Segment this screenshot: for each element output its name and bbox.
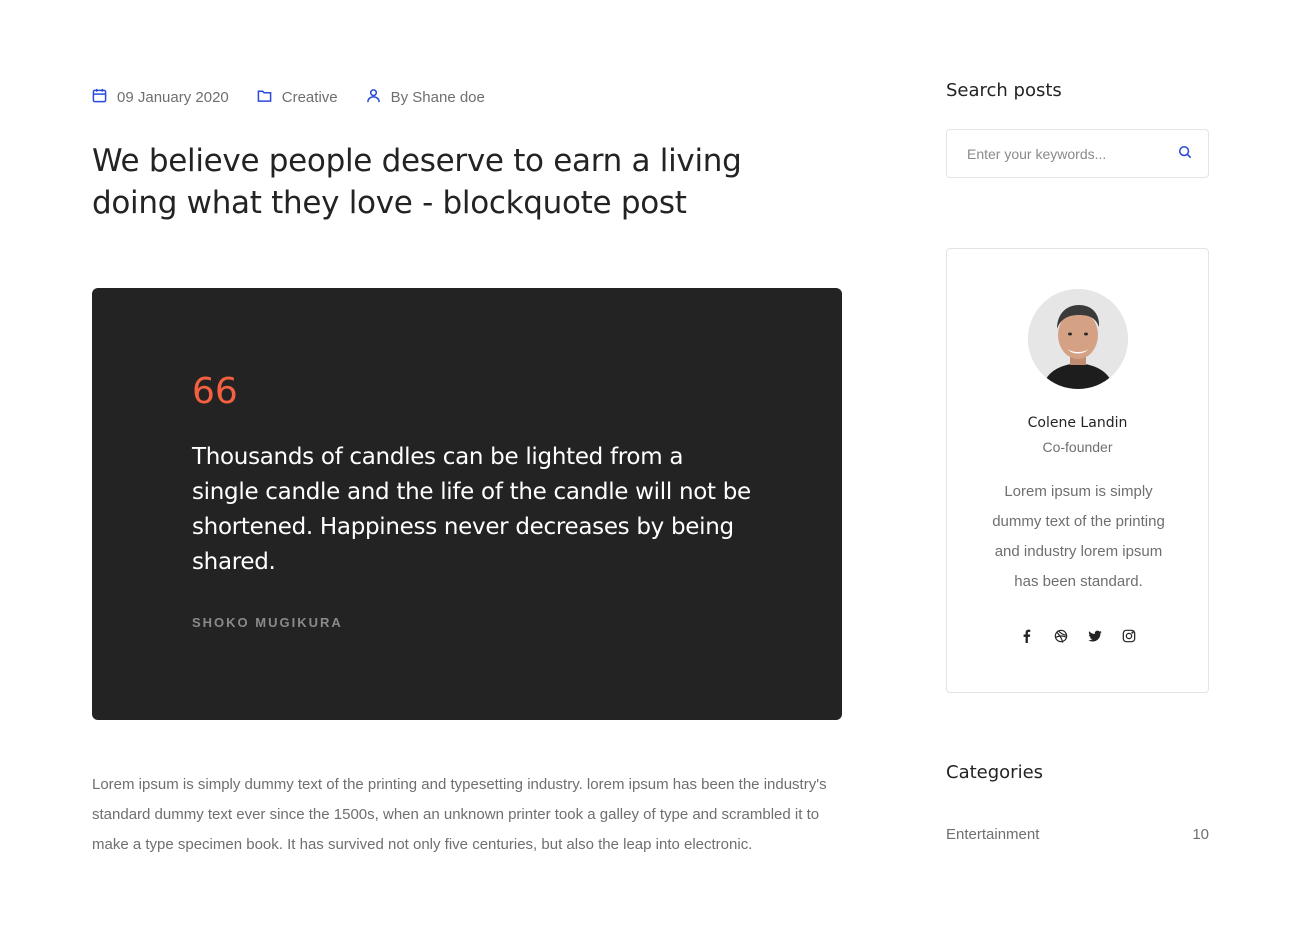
- post-category-label: Creative: [281, 89, 338, 106]
- blockquote-card: 66 Thousands of candles can be lighted f…: [92, 288, 842, 720]
- post-body: Lorem ipsum is simply dummy text of the …: [92, 776, 827, 853]
- post-title: We believe people deserve to earn a livi…: [92, 143, 742, 221]
- post-author-label: By Shane doe: [390, 89, 485, 106]
- post-date[interactable]: 09 January 2020: [92, 88, 229, 107]
- categories-heading: Categories: [946, 762, 1044, 783]
- facebook-icon[interactable]: [1020, 629, 1034, 643]
- search-icon[interactable]: [1178, 145, 1194, 161]
- twitter-icon[interactable]: [1087, 629, 1102, 643]
- instagram-icon[interactable]: [1122, 629, 1136, 643]
- profile-role: Co-founder: [1042, 439, 1113, 455]
- post-date-label: 09 January 2020: [117, 89, 229, 106]
- search-box: [946, 129, 1209, 178]
- dribbble-icon[interactable]: [1054, 629, 1068, 643]
- post-meta: 09 January 2020 Creative By Shane doe: [92, 88, 485, 107]
- social-links: [947, 629, 1208, 643]
- author-profile-card: Colene Landin Co-founder Lorem ipsum is …: [946, 248, 1209, 693]
- category-count: 10: [1192, 826, 1209, 843]
- search-input[interactable]: [947, 145, 1167, 162]
- quote-text: Thousands of candles can be lighted from…: [192, 444, 751, 575]
- calendar-icon: [92, 88, 117, 107]
- profile-name: Colene Landin: [1027, 415, 1128, 431]
- quote-author: SHOKO MUGIKURA: [192, 615, 343, 630]
- post-category[interactable]: Creative: [257, 88, 338, 107]
- search-heading: Search posts: [946, 80, 1062, 101]
- profile-bio: Lorem ipsum is simply dummy text of the …: [992, 483, 1165, 590]
- category-label: Entertainment: [946, 826, 1040, 843]
- post-author[interactable]: By Shane doe: [366, 88, 485, 107]
- folder-icon: [257, 88, 282, 107]
- category-item-entertainment[interactable]: Entertainment 10: [946, 826, 1209, 843]
- quote-mark-icon: 66: [192, 371, 238, 412]
- user-icon: [366, 88, 391, 107]
- avatar: [1028, 289, 1128, 389]
